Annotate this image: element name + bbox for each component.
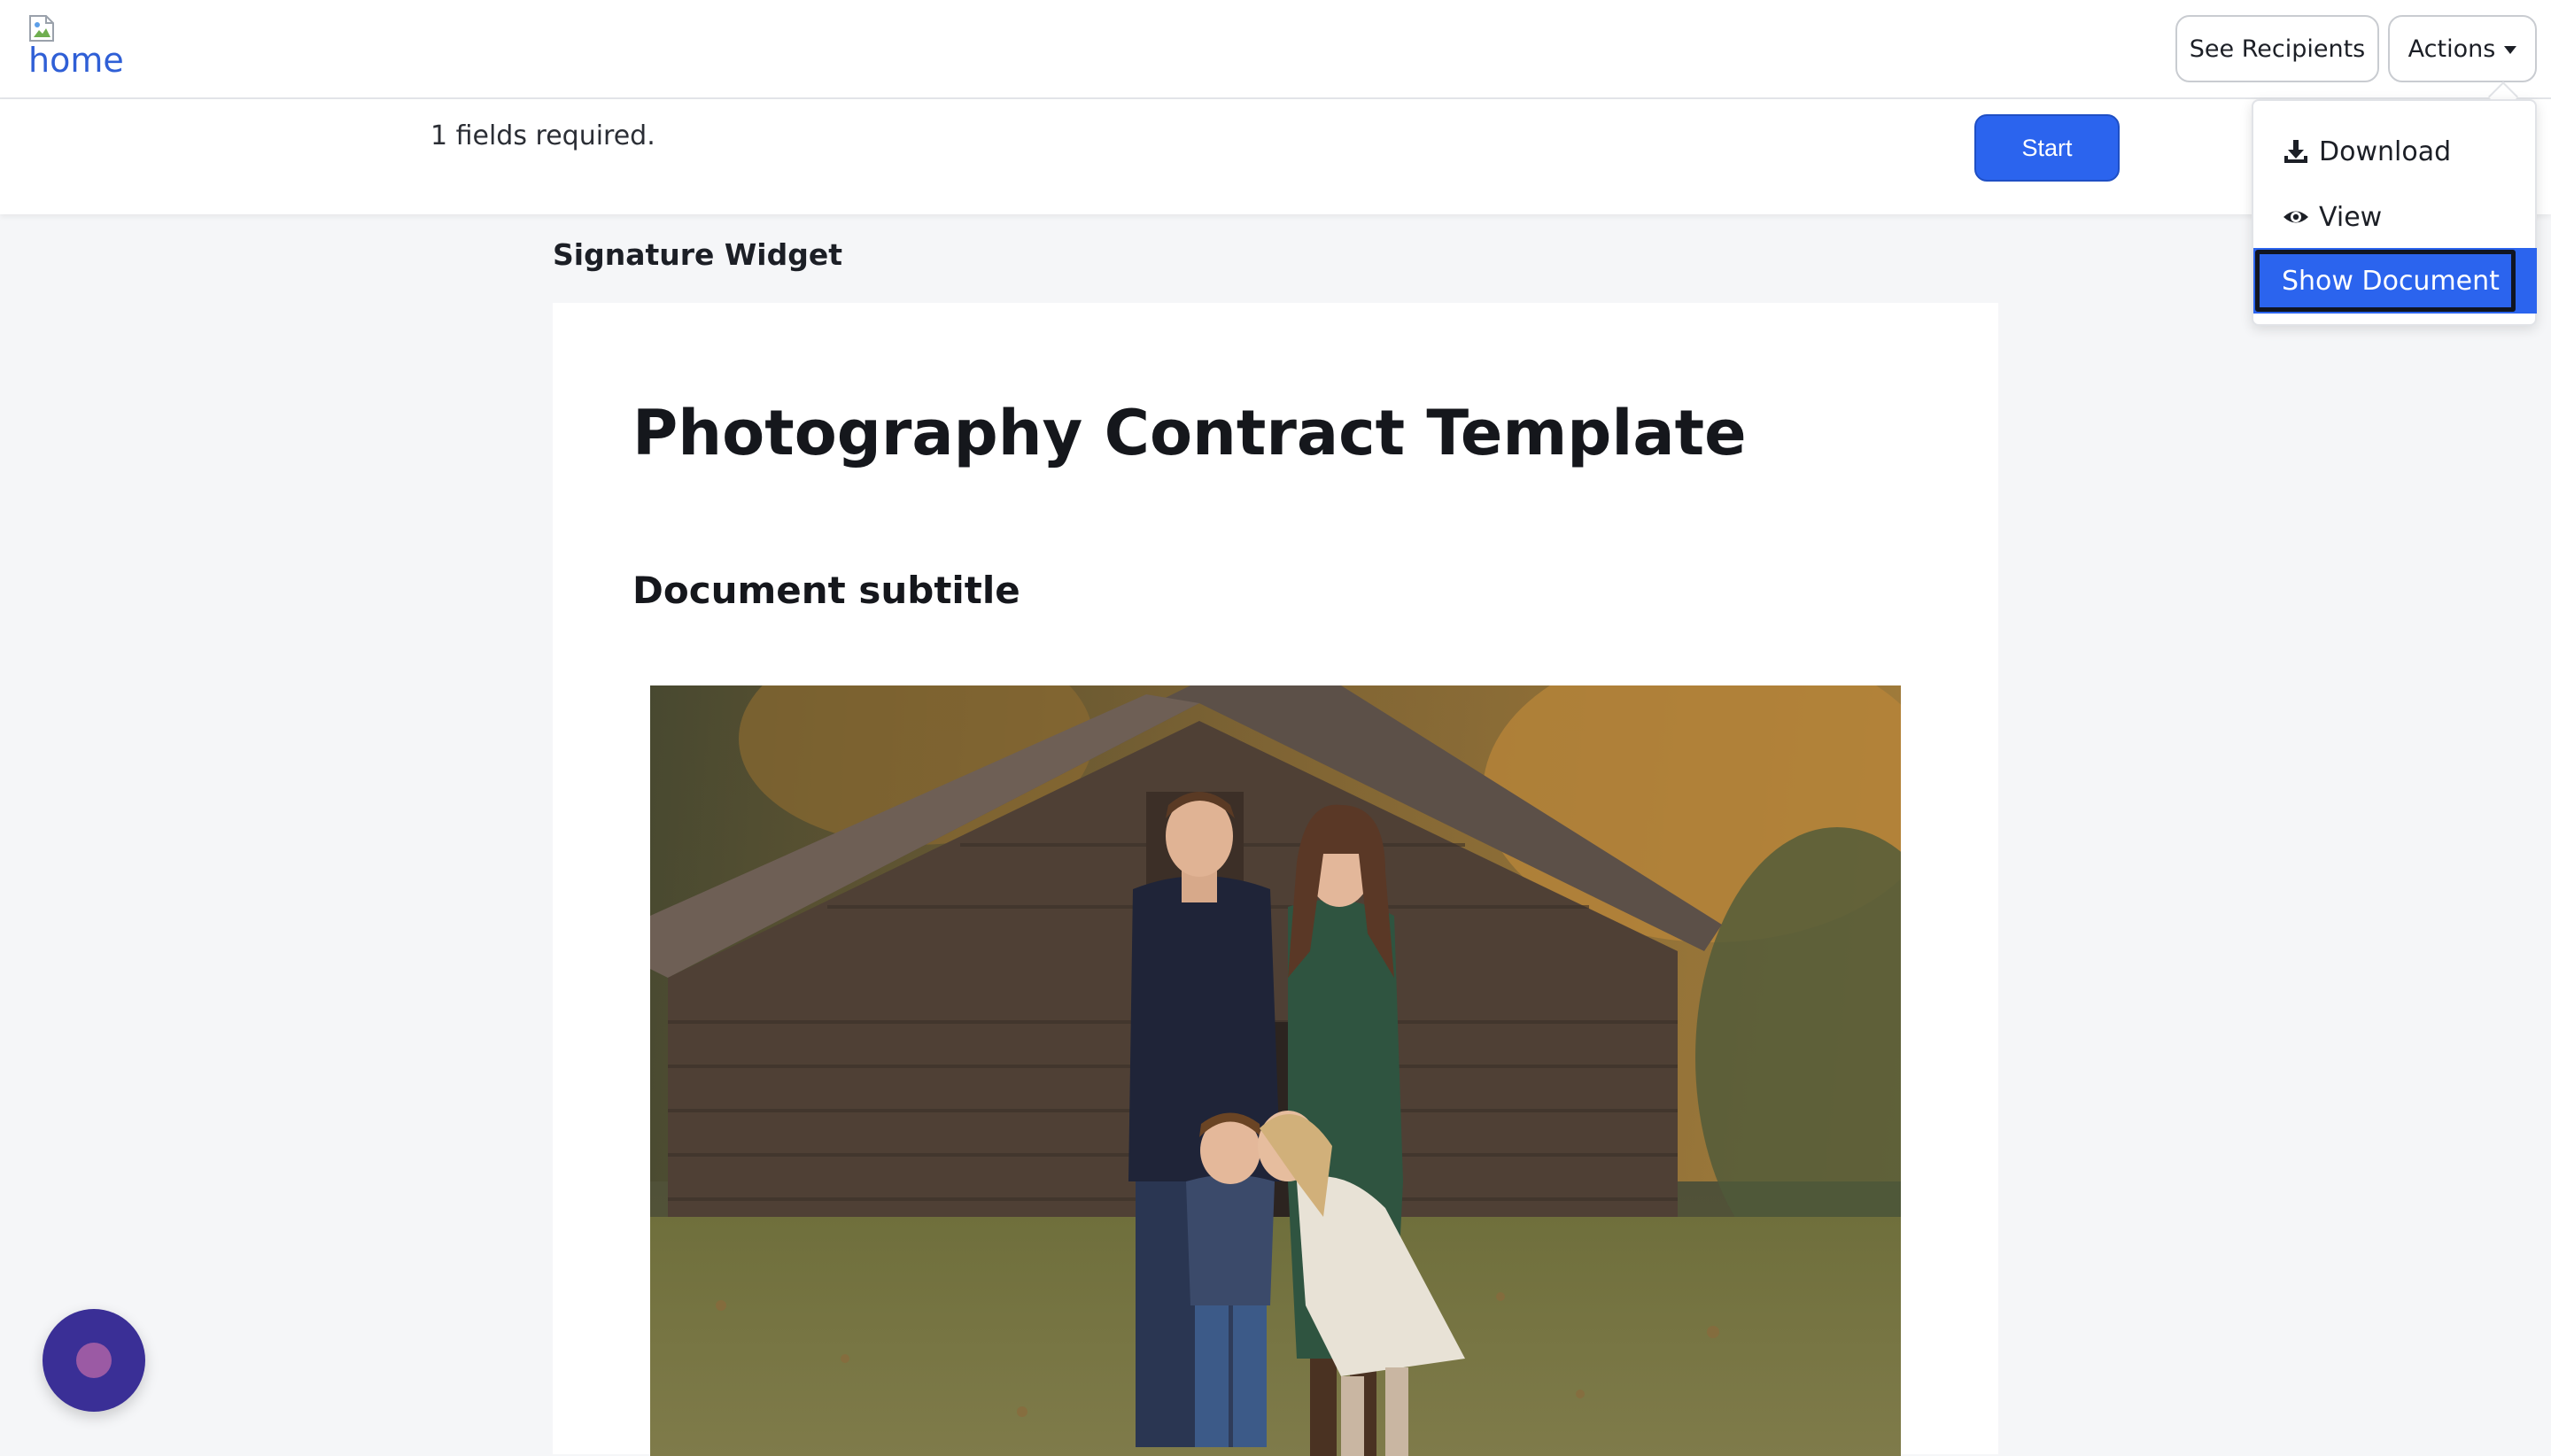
menu-item-view[interactable]: View: [2253, 184, 2537, 250]
see-recipients-label: See Recipients: [2189, 35, 2366, 63]
actions-button[interactable]: Actions: [2388, 15, 2537, 82]
start-button[interactable]: Start: [1974, 114, 2120, 182]
family-portrait-photo: [650, 685, 1901, 1456]
eye-icon: [2283, 211, 2308, 223]
actions-label: Actions: [2408, 35, 2496, 63]
menu-item-show-document-label: Show Document: [2282, 265, 2500, 297]
chat-icon: [76, 1343, 112, 1378]
download-icon: [2284, 140, 2307, 163]
menu-item-download[interactable]: Download: [2253, 119, 2537, 184]
document-title: Photography Contract Template: [632, 397, 1747, 469]
home-logo-link[interactable]: home: [27, 11, 151, 85]
logo-alt-text: home: [28, 41, 124, 80]
caret-down-icon: [2504, 46, 2517, 54]
widget-label: Signature Widget: [553, 237, 842, 272]
family-portrait-illustration: [650, 685, 1901, 1456]
menu-item-show-document[interactable]: Show Document: [2253, 248, 2537, 314]
signing-status-bar: 1 fields required. Start: [0, 99, 2551, 214]
menu-item-download-label: Download: [2319, 136, 2452, 167]
top-bar: home See Recipients Actions: [0, 0, 2551, 99]
chat-launcher-button[interactable]: [43, 1309, 145, 1412]
see-recipients-button[interactable]: See Recipients: [2175, 15, 2379, 82]
broken-image-icon: [29, 15, 54, 42]
menu-item-view-label: View: [2319, 201, 2383, 233]
document-page: Photography Contract Template Document s…: [553, 303, 1998, 1456]
start-label: Start: [2021, 134, 2073, 161]
document-subtitle: Document subtitle: [632, 569, 1020, 612]
fields-required-text: 1 fields required.: [430, 120, 655, 151]
actions-dropdown-menu: Download View Show Document: [2252, 99, 2537, 326]
